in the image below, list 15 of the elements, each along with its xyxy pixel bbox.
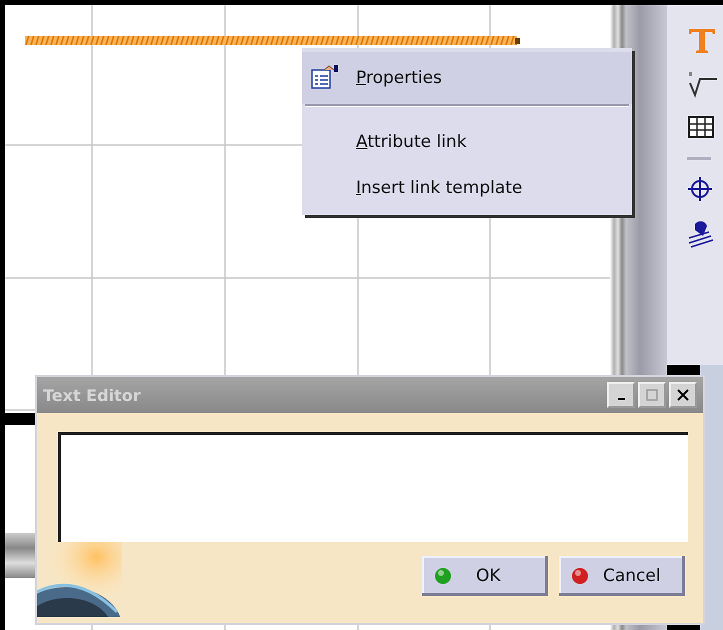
- maximize-icon: [646, 389, 658, 401]
- close-icon: [677, 389, 689, 401]
- close-button[interactable]: [669, 382, 697, 408]
- minimize-icon: [618, 398, 624, 400]
- menu-item[interactable]: Attribute link: [302, 119, 632, 165]
- scroll-bar: [5, 533, 35, 578]
- text-input-field[interactable]: [58, 432, 688, 542]
- ok-button[interactable]: OK: [422, 556, 548, 596]
- status-light-icon: [434, 567, 452, 585]
- panel-edge: [5, 413, 35, 425]
- menu-item[interactable]: Insert link template: [302, 165, 632, 211]
- window-title: Text Editor: [43, 386, 141, 404]
- menu-item[interactable]: Properties: [302, 52, 632, 104]
- cancel-button[interactable]: Cancel: [559, 556, 685, 596]
- status-light-icon: [571, 567, 589, 585]
